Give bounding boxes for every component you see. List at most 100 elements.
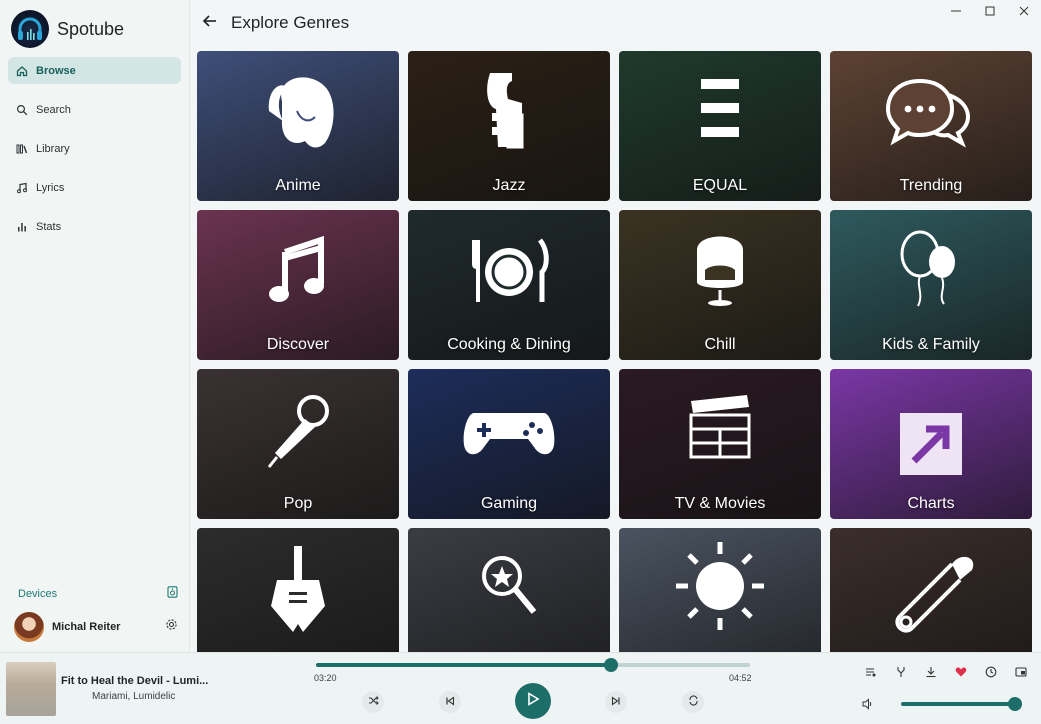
- previous-button[interactable]: [439, 691, 461, 713]
- genre-tile-rock[interactable]: [197, 528, 399, 652]
- header: Explore Genres: [190, 0, 1041, 44]
- back-arrow-icon[interactable]: [202, 13, 218, 34]
- genre-tile-search-star[interactable]: [408, 528, 610, 652]
- alternative-sources-button[interactable]: [894, 667, 908, 681]
- speaker-icon[interactable]: [167, 585, 178, 603]
- sidebar-item-label: Search: [36, 103, 71, 116]
- genre-tile-cooking-dining[interactable]: Cooking & Dining: [408, 210, 610, 360]
- genre-tile-kids-family[interactable]: Kids & Family: [830, 210, 1032, 360]
- track-artist[interactable]: Mariami, Lumidelic: [92, 691, 175, 702]
- home-icon: [16, 65, 28, 77]
- genre-label: Chill: [704, 336, 736, 353]
- close-icon: [1019, 3, 1029, 21]
- repeat-icon: [688, 693, 699, 711]
- maximize-button[interactable]: [973, 0, 1007, 24]
- download-button[interactable]: [924, 667, 938, 681]
- genre-label: EQUAL: [692, 177, 748, 194]
- window-controls: [939, 0, 1041, 24]
- skip-next-icon: [611, 693, 621, 711]
- genre-label: Gaming: [480, 495, 538, 512]
- genre-label: Charts: [907, 495, 955, 512]
- genre-label: Jazz: [492, 177, 526, 194]
- devices-section[interactable]: Devices: [18, 585, 178, 603]
- genre-label: Kids & Family: [882, 336, 980, 353]
- progress-knob[interactable]: [604, 658, 619, 672]
- progress-slider[interactable]: [316, 658, 750, 672]
- genre-label: Trending: [899, 177, 963, 194]
- genre-tile-chill[interactable]: Chill: [619, 210, 821, 360]
- mini-player-button[interactable]: [1014, 667, 1028, 681]
- search-icon: [16, 104, 28, 116]
- shuffle-icon: [368, 693, 379, 711]
- genre-tile-tv-movies[interactable]: TV & Movies: [619, 369, 821, 519]
- genre-tile-trending[interactable]: Trending: [830, 51, 1032, 201]
- spotube-logo-icon: [11, 10, 49, 48]
- progress-fill: [316, 663, 612, 667]
- clock-icon: [985, 665, 997, 683]
- time-total: 04:52: [729, 673, 752, 683]
- genre-tile-summer[interactable]: [619, 528, 821, 652]
- sidebar-item-library[interactable]: Library: [8, 135, 181, 162]
- bar-chart-icon: [16, 221, 28, 233]
- minimize-icon: [951, 3, 961, 21]
- music-note-icon: [16, 182, 28, 194]
- genre-label: Anime: [275, 177, 321, 194]
- genre-tile-jazz[interactable]: Jazz: [408, 51, 610, 201]
- volume-slider[interactable]: [901, 702, 1021, 706]
- genre-tile-pop[interactable]: Pop: [197, 369, 399, 519]
- time-current: 03:20: [314, 673, 337, 683]
- app-name: Spotube: [57, 18, 125, 39]
- sidebar-nav: Browse Search Library Lyrics Stats: [8, 57, 181, 252]
- track-title[interactable]: Fit to Heal the Devil - Lumi...: [61, 675, 211, 687]
- safety-pin-icon: [895, 556, 974, 633]
- devices-label: Devices: [18, 588, 58, 600]
- genre-grid: Anime Jazz EQUAL Trending Discover Cooki…: [197, 51, 1032, 652]
- queue-icon: [865, 665, 877, 683]
- genre-label: Cooking & Dining: [447, 336, 571, 353]
- library-icon: [16, 143, 28, 155]
- sidebar-item-label: Library: [36, 142, 70, 155]
- picture-in-picture-icon: [1015, 665, 1027, 683]
- repeat-button[interactable]: [682, 691, 704, 713]
- genre-label: TV & Movies: [674, 495, 766, 512]
- queue-button[interactable]: [864, 667, 878, 681]
- genre-tile-equal[interactable]: EQUAL: [619, 51, 821, 201]
- maximize-icon: [985, 3, 995, 21]
- genre-tile-punk[interactable]: [830, 528, 1032, 652]
- gear-icon[interactable]: [165, 618, 178, 636]
- sidebar-item-label: Browse: [36, 64, 76, 77]
- page-title: Explore Genres: [231, 13, 350, 32]
- heart-icon: [955, 665, 967, 683]
- minimize-button[interactable]: [939, 0, 973, 24]
- genre-label: Pop: [283, 495, 313, 512]
- close-window-button[interactable]: [1007, 0, 1041, 24]
- sidebar-item-stats[interactable]: Stats: [8, 213, 181, 240]
- avatar[interactable]: [14, 612, 44, 642]
- guitar-icon: [271, 546, 325, 632]
- brand: Spotube: [11, 10, 124, 48]
- sidebar-item-lyrics[interactable]: Lyrics: [8, 174, 181, 201]
- user-profile[interactable]: Michal Reiter: [14, 612, 178, 642]
- sun-icon: [676, 542, 764, 630]
- user-name: Michal Reiter: [52, 621, 121, 633]
- next-button[interactable]: [605, 691, 627, 713]
- volume-icon[interactable]: [862, 697, 874, 715]
- fork-icon: [895, 665, 907, 683]
- album-cover[interactable]: [6, 662, 56, 716]
- sidebar-item-search[interactable]: Search: [8, 96, 181, 123]
- genre-tile-charts[interactable]: Charts: [830, 369, 1032, 519]
- genre-tile-discover[interactable]: Discover: [197, 210, 399, 360]
- genre-tile-anime[interactable]: Anime: [197, 51, 399, 201]
- search-star-icon: [482, 556, 537, 614]
- volume-knob[interactable]: [1008, 697, 1022, 711]
- skip-previous-icon: [445, 693, 455, 711]
- play-button[interactable]: [515, 683, 551, 719]
- sidebar-item-label: Lyrics: [36, 181, 65, 194]
- like-button[interactable]: [954, 667, 968, 681]
- genre-tile-gaming[interactable]: Gaming: [408, 369, 610, 519]
- shuffle-button[interactable]: [362, 691, 384, 713]
- genre-label: Discover: [266, 336, 330, 353]
- sidebar-item-browse[interactable]: Browse: [8, 57, 181, 84]
- sleep-timer-button[interactable]: [984, 665, 998, 683]
- player-bar: Fit to Heal the Devil - Lumi... Mariami,…: [0, 652, 1041, 724]
